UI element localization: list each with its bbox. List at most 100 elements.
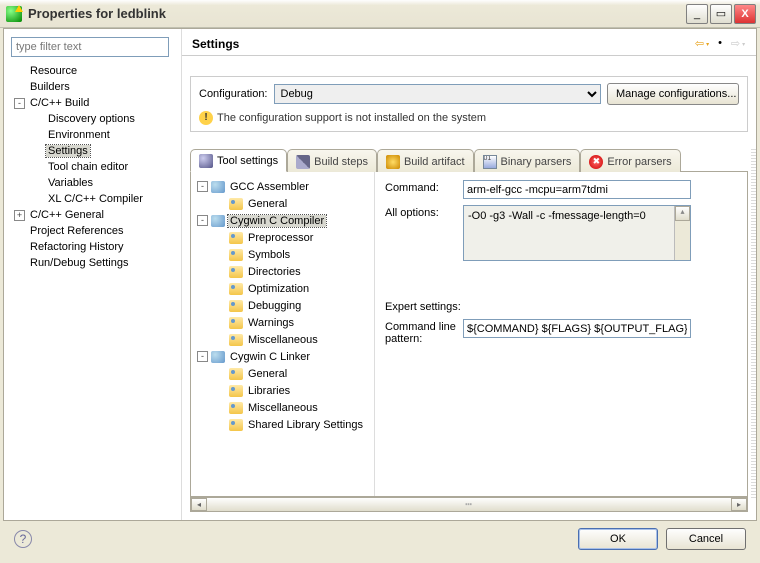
tool-item-label: GCC Assembler [228, 181, 311, 193]
tool-item-label: Preprocessor [246, 232, 315, 244]
nav-item-label: Settings [46, 145, 90, 157]
nav-tree[interactable]: ResourceBuilders-C/C++ BuildDiscovery op… [8, 63, 177, 514]
option-icon [229, 232, 243, 244]
warning-text: The configuration support is not install… [217, 112, 486, 124]
twisty-icon[interactable]: - [197, 181, 208, 192]
nav-item-label: Refactoring History [28, 241, 126, 253]
nav-item-xl-c-c-compiler[interactable]: XL C/C++ Compiler [8, 191, 177, 207]
tool-item-cygwin-c-linker[interactable]: - Cygwin C Linker [193, 348, 372, 365]
tool-tree[interactable]: - GCC Assembler General - Cygwin C Compiler P… [191, 172, 375, 496]
tab-tool-settings[interactable]: Tool settings [190, 149, 287, 172]
tool-item-preprocessor[interactable]: Preprocessor [193, 229, 372, 246]
nav-item-settings[interactable]: Settings [8, 143, 177, 159]
app-icon [6, 6, 22, 22]
minimize-button[interactable]: _ [686, 4, 708, 24]
tool-item-libraries[interactable]: Libraries [193, 382, 372, 399]
tab-label: Tool settings [217, 155, 278, 167]
tool-item-miscellaneous[interactable]: Miscellaneous [193, 331, 372, 348]
option-icon [229, 419, 243, 431]
help-icon[interactable]: ? [14, 530, 32, 548]
tool-item-general[interactable]: General [193, 365, 372, 382]
nav-item-label: Environment [46, 129, 112, 141]
textarea-scrollbar[interactable]: ▴ [674, 206, 690, 260]
tab-build-artifact[interactable]: Build artifact [377, 149, 474, 172]
option-icon [229, 402, 243, 414]
page-title: Settings [192, 37, 692, 51]
tab-label: Build artifact [404, 156, 465, 168]
nav-item-project-references[interactable]: Project References [8, 223, 177, 239]
tab-binary-parsers[interactable]: 01Binary parsers [474, 149, 581, 172]
tool-settings-icon [199, 154, 213, 168]
sash-handle[interactable] [751, 149, 756, 500]
ok-button[interactable]: OK [578, 528, 658, 550]
nav-item-discovery-options[interactable]: Discovery options [8, 111, 177, 127]
scroll-thumb[interactable]: ┅ [207, 498, 731, 511]
tool-item-label: Debugging [246, 300, 303, 312]
tool-item-general[interactable]: General [193, 195, 372, 212]
option-icon [229, 317, 243, 329]
tool-item-label: Cygwin C Compiler [228, 215, 326, 227]
nav-item-refactoring-history[interactable]: Refactoring History [8, 239, 177, 255]
tool-item-label: Shared Library Settings [246, 419, 365, 431]
twisty-icon[interactable]: - [197, 351, 208, 362]
twisty-icon[interactable]: + [14, 210, 25, 221]
pattern-input[interactable] [463, 319, 691, 338]
twisty-icon[interactable]: - [197, 215, 208, 226]
window-title: Properties for ledblink [28, 6, 684, 21]
scroll-right-icon[interactable]: ▸ [731, 498, 747, 511]
error-parsers-icon: ✖ [589, 155, 603, 169]
tool-item-gcc-assembler[interactable]: - GCC Assembler [193, 178, 372, 195]
configuration-select[interactable]: Debug [274, 84, 602, 104]
nav-item-label: Tool chain editor [46, 161, 130, 173]
category-icon [211, 215, 225, 227]
nav-item-variables[interactable]: Variables [8, 175, 177, 191]
nav-item-tool-chain-editor[interactable]: Tool chain editor [8, 159, 177, 175]
manage-configurations-button[interactable]: Manage configurations... [607, 83, 739, 105]
option-icon [229, 266, 243, 278]
twisty-icon[interactable]: - [14, 98, 25, 109]
tool-item-label: Warnings [246, 317, 296, 329]
nav-back-button[interactable]: ⇦▾ [694, 37, 710, 51]
tab-label: Build steps [314, 156, 368, 168]
tool-item-debugging[interactable]: Debugging [193, 297, 372, 314]
option-icon [229, 368, 243, 380]
tool-item-symbols[interactable]: Symbols [193, 246, 372, 263]
maximize-button[interactable]: ▭ [710, 4, 732, 24]
tool-item-label: Cygwin C Linker [228, 351, 312, 363]
h-scrollbar[interactable]: ◂ ┅ ▸ [190, 497, 748, 512]
build-steps-icon [296, 155, 310, 169]
tool-item-label: Miscellaneous [246, 402, 320, 414]
tool-item-optimization[interactable]: Optimization [193, 280, 372, 297]
nav-item-resource[interactable]: Resource [8, 63, 177, 79]
nav-item-c-c-general[interactable]: +C/C++ General [8, 207, 177, 223]
tool-item-label: Libraries [246, 385, 292, 397]
alloptions-textarea[interactable]: -O0 -g3 -Wall -c -fmessage-length=0 ▴ [463, 205, 691, 261]
tool-item-shared-library-settings[interactable]: Shared Library Settings [193, 416, 372, 433]
command-input[interactable] [463, 180, 691, 199]
close-button[interactable]: X [734, 4, 756, 24]
pattern-label: Command line pattern: [385, 319, 457, 345]
filter-input[interactable] [11, 37, 169, 57]
category-icon [211, 181, 225, 193]
command-label: Command: [385, 180, 457, 194]
scroll-left-icon[interactable]: ◂ [191, 498, 207, 511]
nav-item-builders[interactable]: Builders [8, 79, 177, 95]
scroll-up-icon[interactable]: ▴ [675, 206, 690, 221]
cancel-button[interactable]: Cancel [666, 528, 746, 550]
option-icon [229, 334, 243, 346]
option-icon [229, 300, 243, 312]
binary-parsers-icon: 01 [483, 155, 497, 169]
tool-item-warnings[interactable]: Warnings [193, 314, 372, 331]
tool-item-directories[interactable]: Directories [193, 263, 372, 280]
titlebar: Properties for ledblink _ ▭ X [0, 0, 760, 28]
nav-item-environment[interactable]: Environment [8, 127, 177, 143]
tool-item-label: Miscellaneous [246, 334, 320, 346]
tool-item-miscellaneous[interactable]: Miscellaneous [193, 399, 372, 416]
nav-item-run-debug-settings[interactable]: Run/Debug Settings [8, 255, 177, 271]
tab-error-parsers[interactable]: ✖Error parsers [580, 149, 680, 172]
tab-build-steps[interactable]: Build steps [287, 149, 377, 172]
nav-item-c-c-build[interactable]: -C/C++ Build [8, 95, 177, 111]
tool-item-cygwin-c-compiler[interactable]: - Cygwin C Compiler [193, 212, 372, 229]
category-icon [211, 351, 225, 363]
nav-item-label: XL C/C++ Compiler [46, 193, 145, 205]
